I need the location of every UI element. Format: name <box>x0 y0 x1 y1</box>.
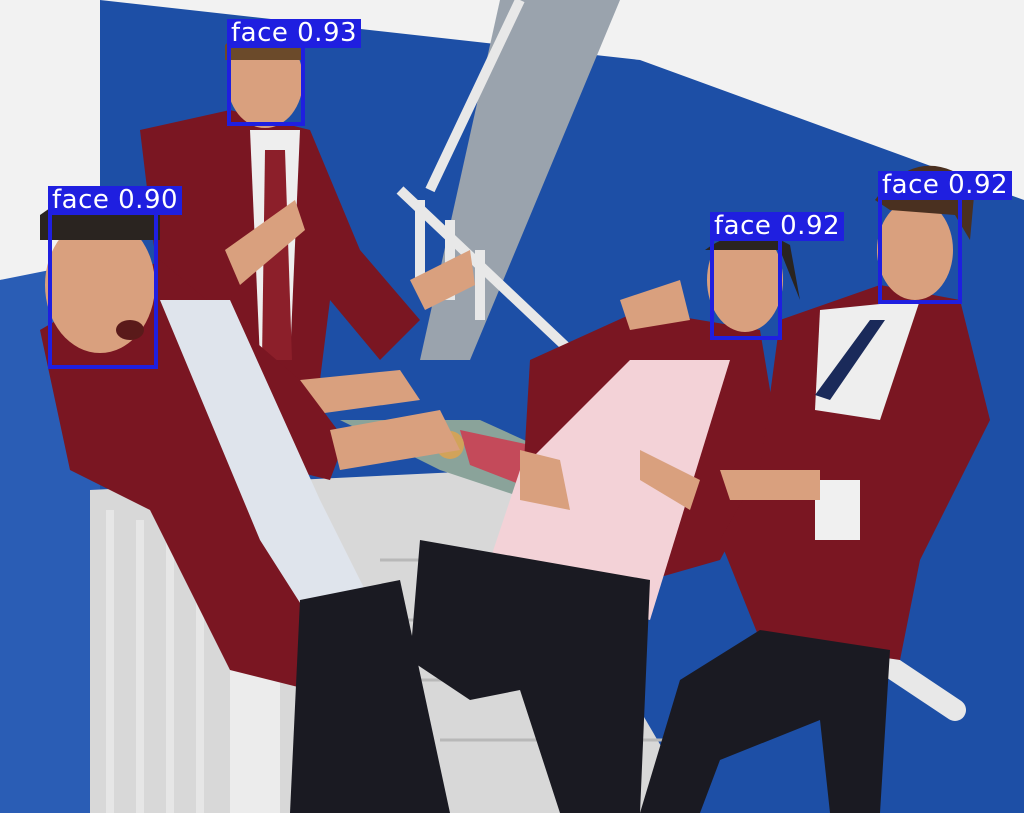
face-detection-box: face 0.93 <box>227 19 362 126</box>
detection-label: face 0.92 <box>878 171 1013 200</box>
detection-scene: face 0.93 face 0.90 face 0.92 face 0.92 <box>0 0 1024 813</box>
face-detection-box: face 0.90 <box>48 186 183 369</box>
detection-label: face 0.90 <box>48 186 183 215</box>
photo-background <box>0 0 1024 813</box>
lower-railing-post <box>230 660 280 813</box>
detection-label: face 0.93 <box>227 19 362 48</box>
detection-label: face 0.92 <box>710 212 845 241</box>
face-detection-box: face 0.92 <box>710 212 845 340</box>
face-detection-box: face 0.92 <box>878 171 1013 304</box>
